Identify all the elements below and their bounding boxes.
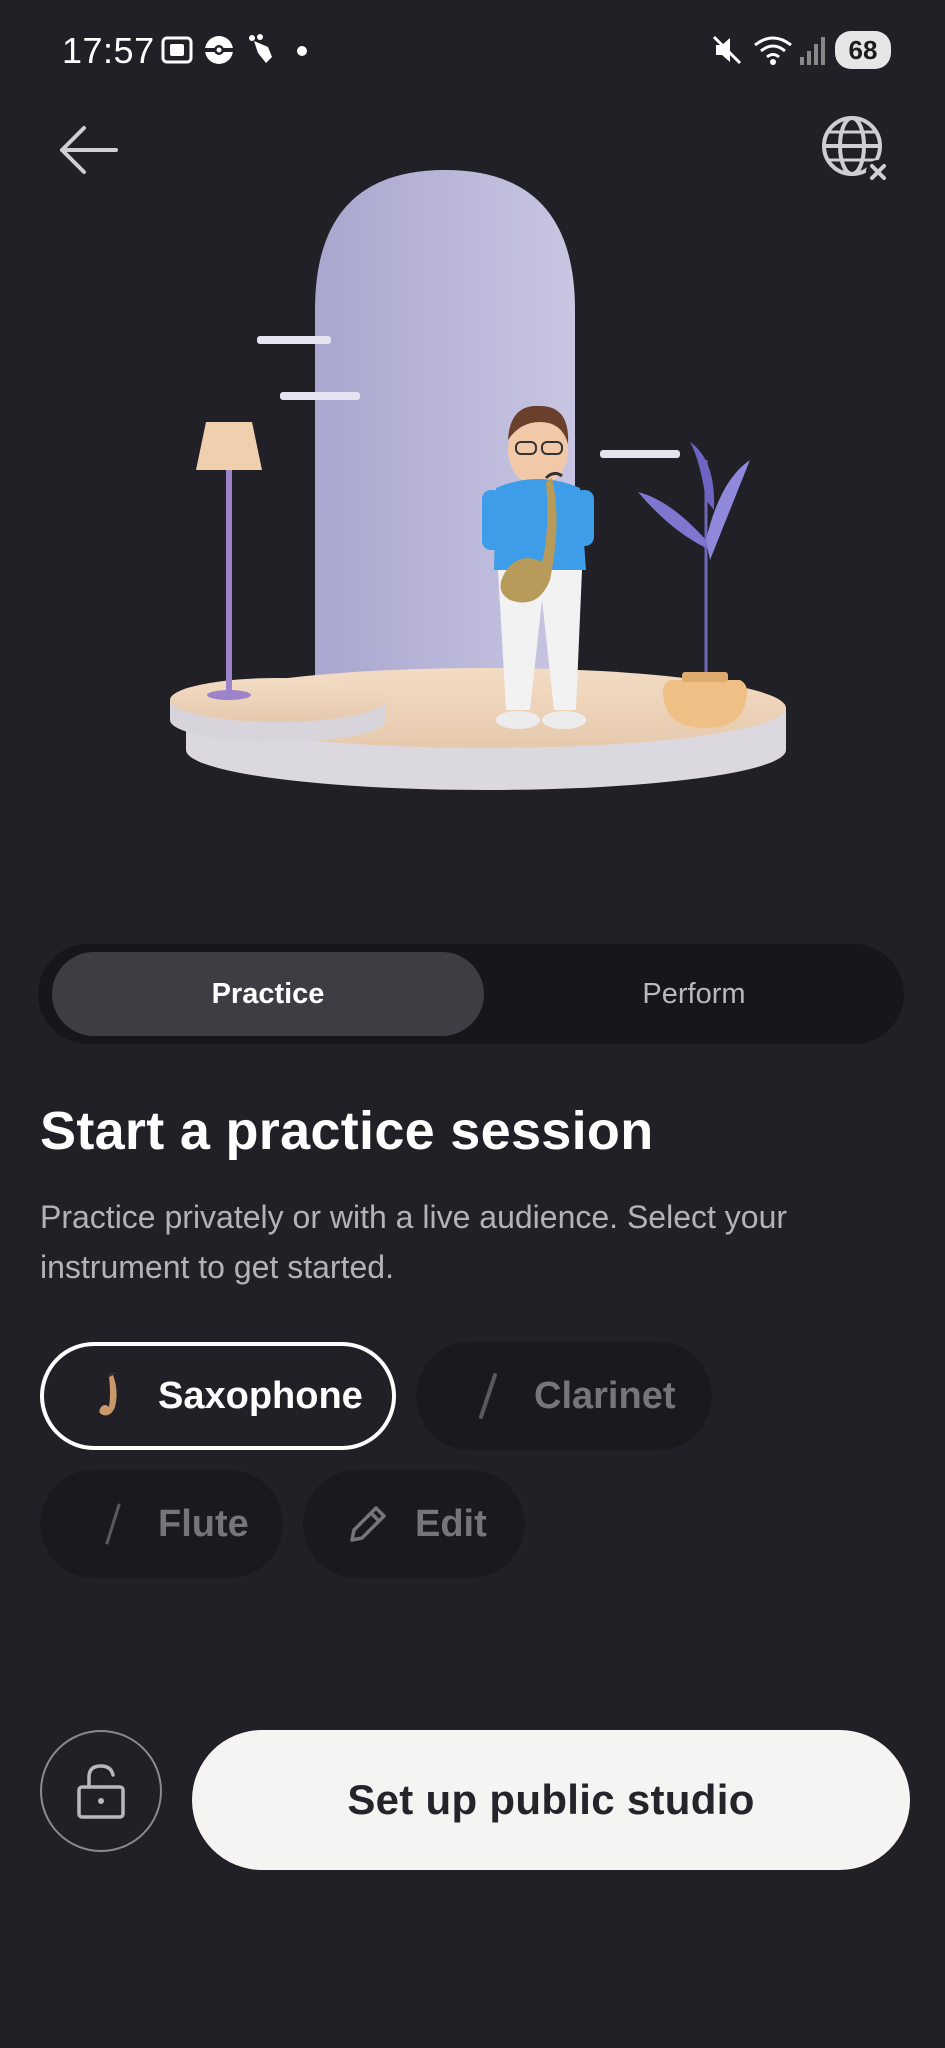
notification-dot-icon	[297, 46, 307, 56]
instrument-label: Flute	[158, 1502, 249, 1545]
tab-perform[interactable]: Perform	[484, 952, 904, 1036]
back-button[interactable]	[54, 120, 126, 180]
status-bar: 17:57 68	[0, 0, 945, 100]
language-button[interactable]	[818, 112, 894, 188]
instrument-chip-clarinet[interactable]: Clarinet	[416, 1342, 712, 1450]
instrument-chip-flute[interactable]: Flute	[40, 1470, 283, 1578]
status-time: 17:57	[62, 30, 155, 71]
globe-off-icon	[822, 116, 890, 184]
mute-icon	[712, 35, 742, 65]
arrow-left-icon	[60, 126, 118, 174]
saxophone-icon	[86, 1371, 136, 1421]
page-title: Start a practice session	[40, 1101, 654, 1161]
wifi-icon	[754, 36, 792, 65]
screenshot-icon	[161, 36, 193, 64]
pencil-icon	[343, 1499, 393, 1549]
flute-icon	[86, 1499, 136, 1549]
instrument-label: Clarinet	[534, 1374, 676, 1417]
studio-illustration	[170, 170, 786, 790]
pokeball-icon	[205, 36, 233, 64]
battery-indicator: 68	[835, 31, 891, 69]
set-up-public-studio-button[interactable]: Set up public studio	[192, 1730, 910, 1870]
page-description: Practice privately or with a live audien…	[40, 1199, 788, 1285]
instrument-label: Edit	[415, 1502, 487, 1545]
hand-icon	[249, 34, 272, 63]
clarinet-icon	[462, 1371, 512, 1421]
signal-icon	[800, 37, 825, 65]
instrument-label: Saxophone	[158, 1374, 363, 1417]
edit-instruments-chip[interactable]: Edit	[303, 1470, 525, 1578]
instrument-chip-saxophone[interactable]: Saxophone	[40, 1342, 396, 1450]
tab-practice[interactable]: Practice	[52, 952, 484, 1036]
mode-segmented-control: Practice Perform	[38, 944, 904, 1044]
privacy-lock-button[interactable]	[40, 1730, 162, 1852]
unlock-icon	[77, 1764, 125, 1819]
